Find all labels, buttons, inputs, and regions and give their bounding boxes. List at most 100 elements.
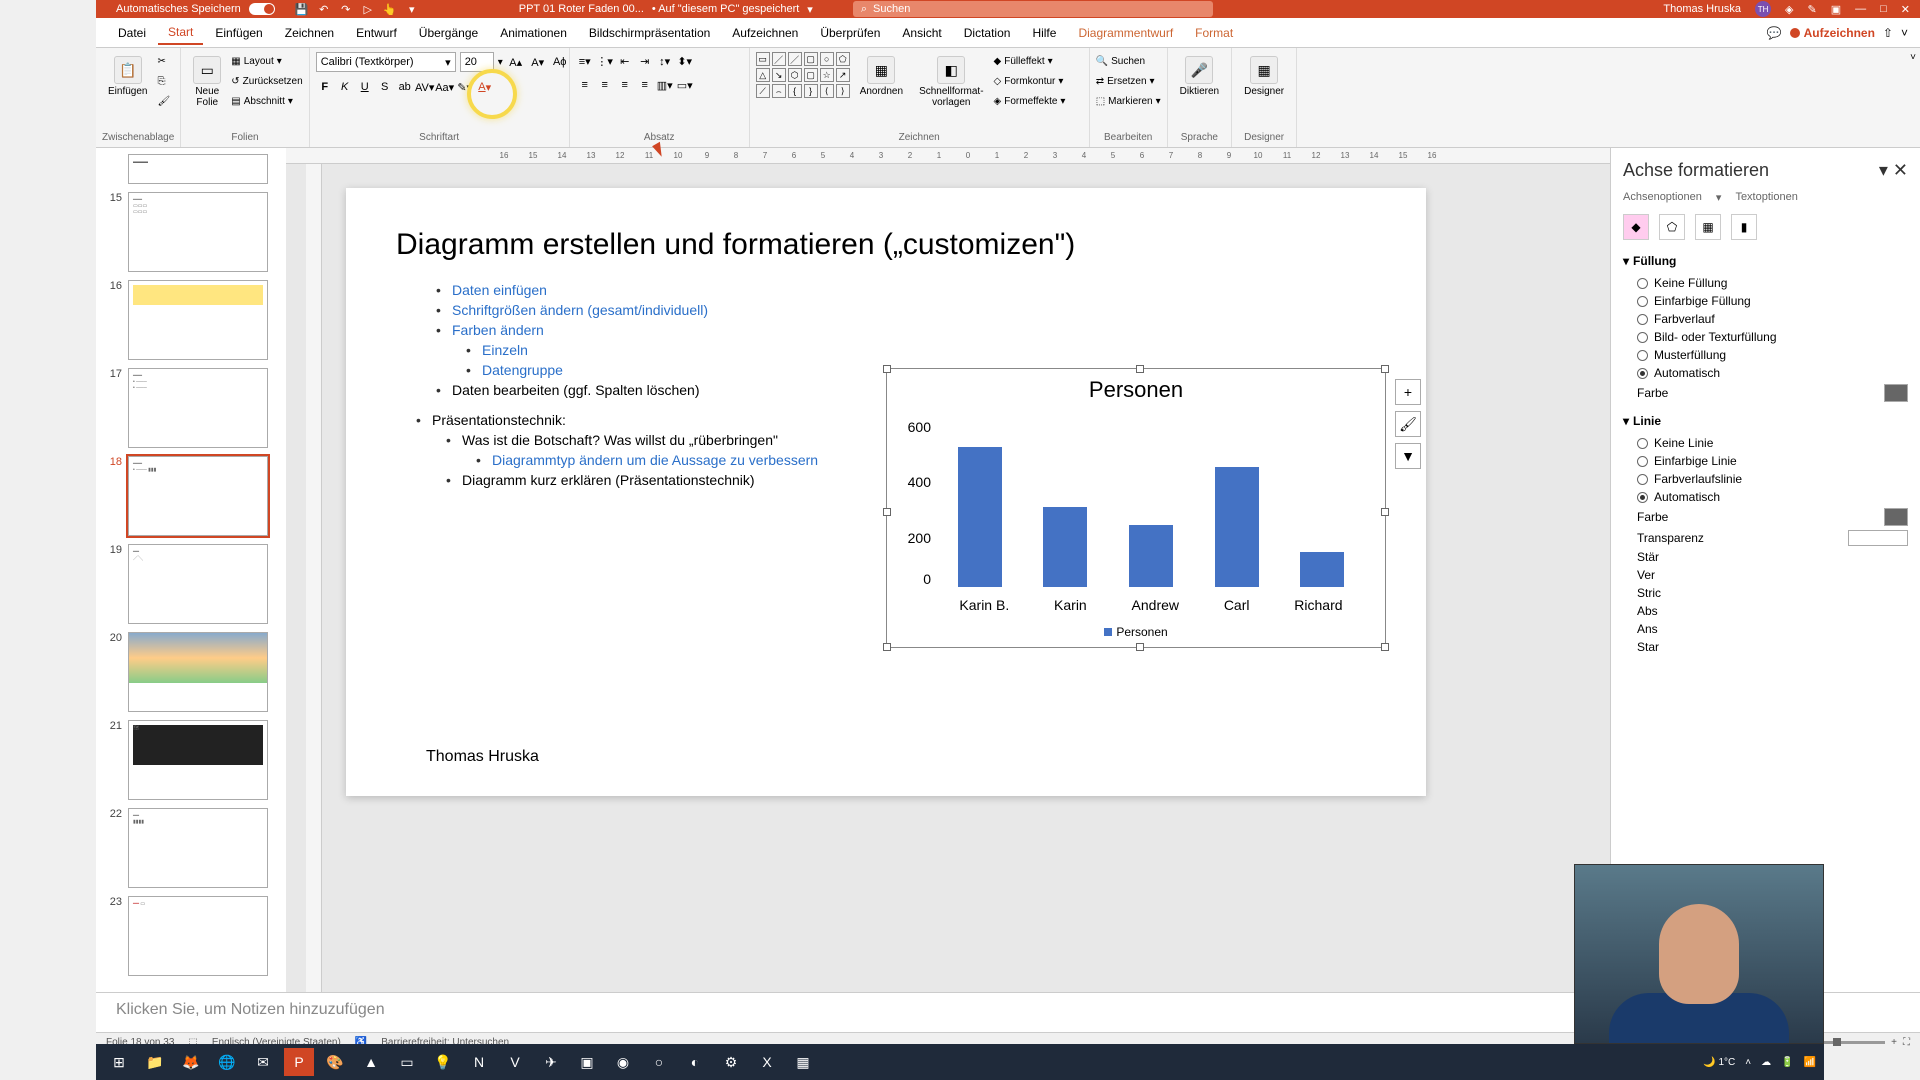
- tab-datei[interactable]: Datei: [108, 22, 156, 44]
- justify-button[interactable]: ≡: [636, 76, 654, 94]
- columns-button[interactable]: ▥▾: [656, 76, 674, 94]
- explorer-icon[interactable]: 📁: [140, 1048, 170, 1076]
- chart-brush-button[interactable]: 🖌: [1395, 411, 1421, 437]
- font-name-select[interactable]: Calibri (Textkörper)▾: [316, 52, 456, 72]
- collapse-ribbon-icon[interactable]: ˅: [1901, 26, 1908, 40]
- dictate-button[interactable]: 🎤Diktieren: [1174, 52, 1225, 101]
- touch-icon[interactable]: 👆: [383, 2, 397, 16]
- chart-bar[interactable]: [958, 447, 1002, 587]
- window-icon[interactable]: ▣: [1831, 3, 1841, 16]
- clear-format-icon[interactable]: Aϕ: [551, 53, 569, 71]
- tab-start[interactable]: Start: [158, 21, 203, 45]
- fill-section-header[interactable]: ▾ Füllung: [1623, 254, 1908, 268]
- thumb-18[interactable]: ━━━• ─── ▮▮▮: [128, 456, 268, 536]
- diamond-icon[interactable]: ◈: [1785, 3, 1793, 16]
- tab-zeichnen[interactable]: Zeichnen: [275, 22, 344, 44]
- tab-animationen[interactable]: Animationen: [490, 22, 577, 44]
- slide-canvas[interactable]: 1615141312111098765432101234567891011121…: [286, 148, 1610, 992]
- fill-line-icon[interactable]: ◆: [1623, 214, 1649, 240]
- slide-thumbnails[interactable]: ▬▬▬ 15━━━▭▭▭▭▭▭ 16 17━━━• ───• ─── 18━━━…: [96, 148, 286, 992]
- save-icon[interactable]: 💾: [295, 2, 309, 16]
- telegram-icon[interactable]: ✈: [536, 1048, 566, 1076]
- effects-icon[interactable]: ⬠: [1659, 214, 1685, 240]
- powerpoint-icon[interactable]: P: [284, 1048, 314, 1076]
- font-color-button[interactable]: A▾: [476, 78, 494, 96]
- tab-ansicht[interactable]: Ansicht: [892, 22, 951, 44]
- chart-bar[interactable]: [1129, 525, 1173, 588]
- cut-button[interactable]: ✂: [157, 52, 170, 70]
- slide-title[interactable]: Diagramm erstellen und formatieren („cus…: [396, 228, 1376, 262]
- select-button[interactable]: ⬚ Markieren ▾: [1096, 92, 1161, 110]
- line-option[interactable]: Einfarbige Linie: [1623, 452, 1908, 470]
- italic-button[interactable]: K: [336, 78, 354, 96]
- visio-icon[interactable]: V: [500, 1048, 530, 1076]
- line-color-picker[interactable]: [1884, 508, 1908, 526]
- line-section-header[interactable]: ▾ Linie: [1623, 414, 1908, 428]
- maximize-icon[interactable]: □: [1880, 3, 1887, 15]
- property-row[interactable]: Star: [1623, 638, 1908, 656]
- bullets-button[interactable]: ≡▾: [576, 52, 594, 70]
- app5-icon[interactable]: ○: [644, 1048, 674, 1076]
- increase-font-icon[interactable]: A▴: [507, 53, 525, 71]
- thumb-15[interactable]: ━━━▭▭▭▭▭▭: [128, 192, 268, 272]
- bullet-3a[interactable]: Einzeln: [466, 342, 1376, 358]
- chart-plus-button[interactable]: +: [1395, 379, 1421, 405]
- shape-fill-button[interactable]: ◆ Fülleffekt ▾: [994, 52, 1066, 70]
- fill-option[interactable]: Automatisch: [1623, 364, 1908, 382]
- chart-title[interactable]: Personen: [887, 377, 1385, 403]
- chart-bar[interactable]: [1043, 507, 1087, 587]
- thumb-19[interactable]: ━━／╲: [128, 544, 268, 624]
- chart-filter-button[interactable]: ▼: [1395, 443, 1421, 469]
- reset-button[interactable]: ↺ Zurücksetzen: [231, 72, 302, 90]
- align-text-button[interactable]: ▭▾: [676, 76, 694, 94]
- tab-aufzeichnen[interactable]: Aufzeichnen: [722, 22, 808, 44]
- vlc-icon[interactable]: ▲: [356, 1048, 386, 1076]
- tab-bildschirm[interactable]: Bildschirmpräsentation: [579, 22, 720, 44]
- text-direction-button[interactable]: ⬍▾: [676, 52, 694, 70]
- onenote-icon[interactable]: N: [464, 1048, 494, 1076]
- user-avatar[interactable]: TH: [1755, 1, 1771, 17]
- tab-diagrammentwurf[interactable]: Diagrammentwurf: [1068, 22, 1183, 44]
- property-row[interactable]: Stär: [1623, 548, 1908, 566]
- shapes-gallery[interactable]: ▭／／▢○⬠ △↘⬡▢☆↗ ⟋⌢{}⟨⟩: [756, 52, 850, 98]
- fill-color-picker[interactable]: [1884, 384, 1908, 402]
- toggle-switch[interactable]: [249, 3, 275, 15]
- fill-option[interactable]: Farbverlauf: [1623, 310, 1908, 328]
- undo-icon[interactable]: ↶: [317, 2, 331, 16]
- property-row[interactable]: Ver: [1623, 566, 1908, 584]
- tab-einfuegen[interactable]: Einfügen: [205, 22, 272, 44]
- transparency-input[interactable]: [1848, 530, 1908, 546]
- record-button[interactable]: Aufzeichnen: [1790, 26, 1875, 40]
- line-spacing-button[interactable]: ↕▾: [656, 52, 674, 70]
- new-slide-button[interactable]: ▭Neue Folie: [187, 52, 227, 112]
- search-box[interactable]: ⌕ Suchen: [853, 1, 1213, 17]
- shape-effects-button[interactable]: ◈ Formeffekte ▾: [994, 92, 1066, 110]
- bullet-3[interactable]: Farben ändern: [436, 322, 1376, 338]
- collapse-ribbon-arrow-icon[interactable]: ˅: [1910, 52, 1916, 63]
- spacing-button[interactable]: AV▾: [416, 78, 434, 96]
- fill-option[interactable]: Bild- oder Texturfüllung: [1623, 328, 1908, 346]
- app6-icon[interactable]: ◐: [680, 1048, 710, 1076]
- section-button[interactable]: ▤ Abschnitt ▾: [231, 92, 302, 110]
- property-row[interactable]: Ans: [1623, 620, 1908, 638]
- chart-bar[interactable]: [1215, 467, 1259, 587]
- weather-icon[interactable]: 🌙 1°C: [1703, 1057, 1735, 1068]
- pane-tab-text[interactable]: Textoptionen: [1735, 191, 1797, 204]
- slide-author[interactable]: Thomas Hruska: [426, 748, 539, 766]
- chart-legend[interactable]: Personen: [887, 625, 1385, 639]
- align-right-button[interactable]: ≡: [616, 76, 634, 94]
- replace-button[interactable]: ⇄ Ersetzen ▾: [1096, 72, 1161, 90]
- line-option[interactable]: Automatisch: [1623, 488, 1908, 506]
- bullet-2[interactable]: Schriftgrößen ändern (gesamt/individuell…: [436, 302, 1376, 318]
- start-icon[interactable]: ▷: [361, 2, 375, 16]
- wifi-icon[interactable]: 📶: [1804, 1057, 1816, 1068]
- fill-option[interactable]: Einfarbige Füllung: [1623, 292, 1908, 310]
- app2-icon[interactable]: ▭: [392, 1048, 422, 1076]
- save-status[interactable]: • Auf "diesem PC" gespeichert: [652, 3, 799, 15]
- fill-option[interactable]: Musterfüllung: [1623, 346, 1908, 364]
- thumb-22[interactable]: ━━▮▮▮▮: [128, 808, 268, 888]
- comments-icon[interactable]: 💬: [1767, 26, 1782, 40]
- chart-bars[interactable]: [937, 437, 1365, 587]
- user-name[interactable]: Thomas Hruska: [1663, 3, 1741, 15]
- align-center-button[interactable]: ≡: [596, 76, 614, 94]
